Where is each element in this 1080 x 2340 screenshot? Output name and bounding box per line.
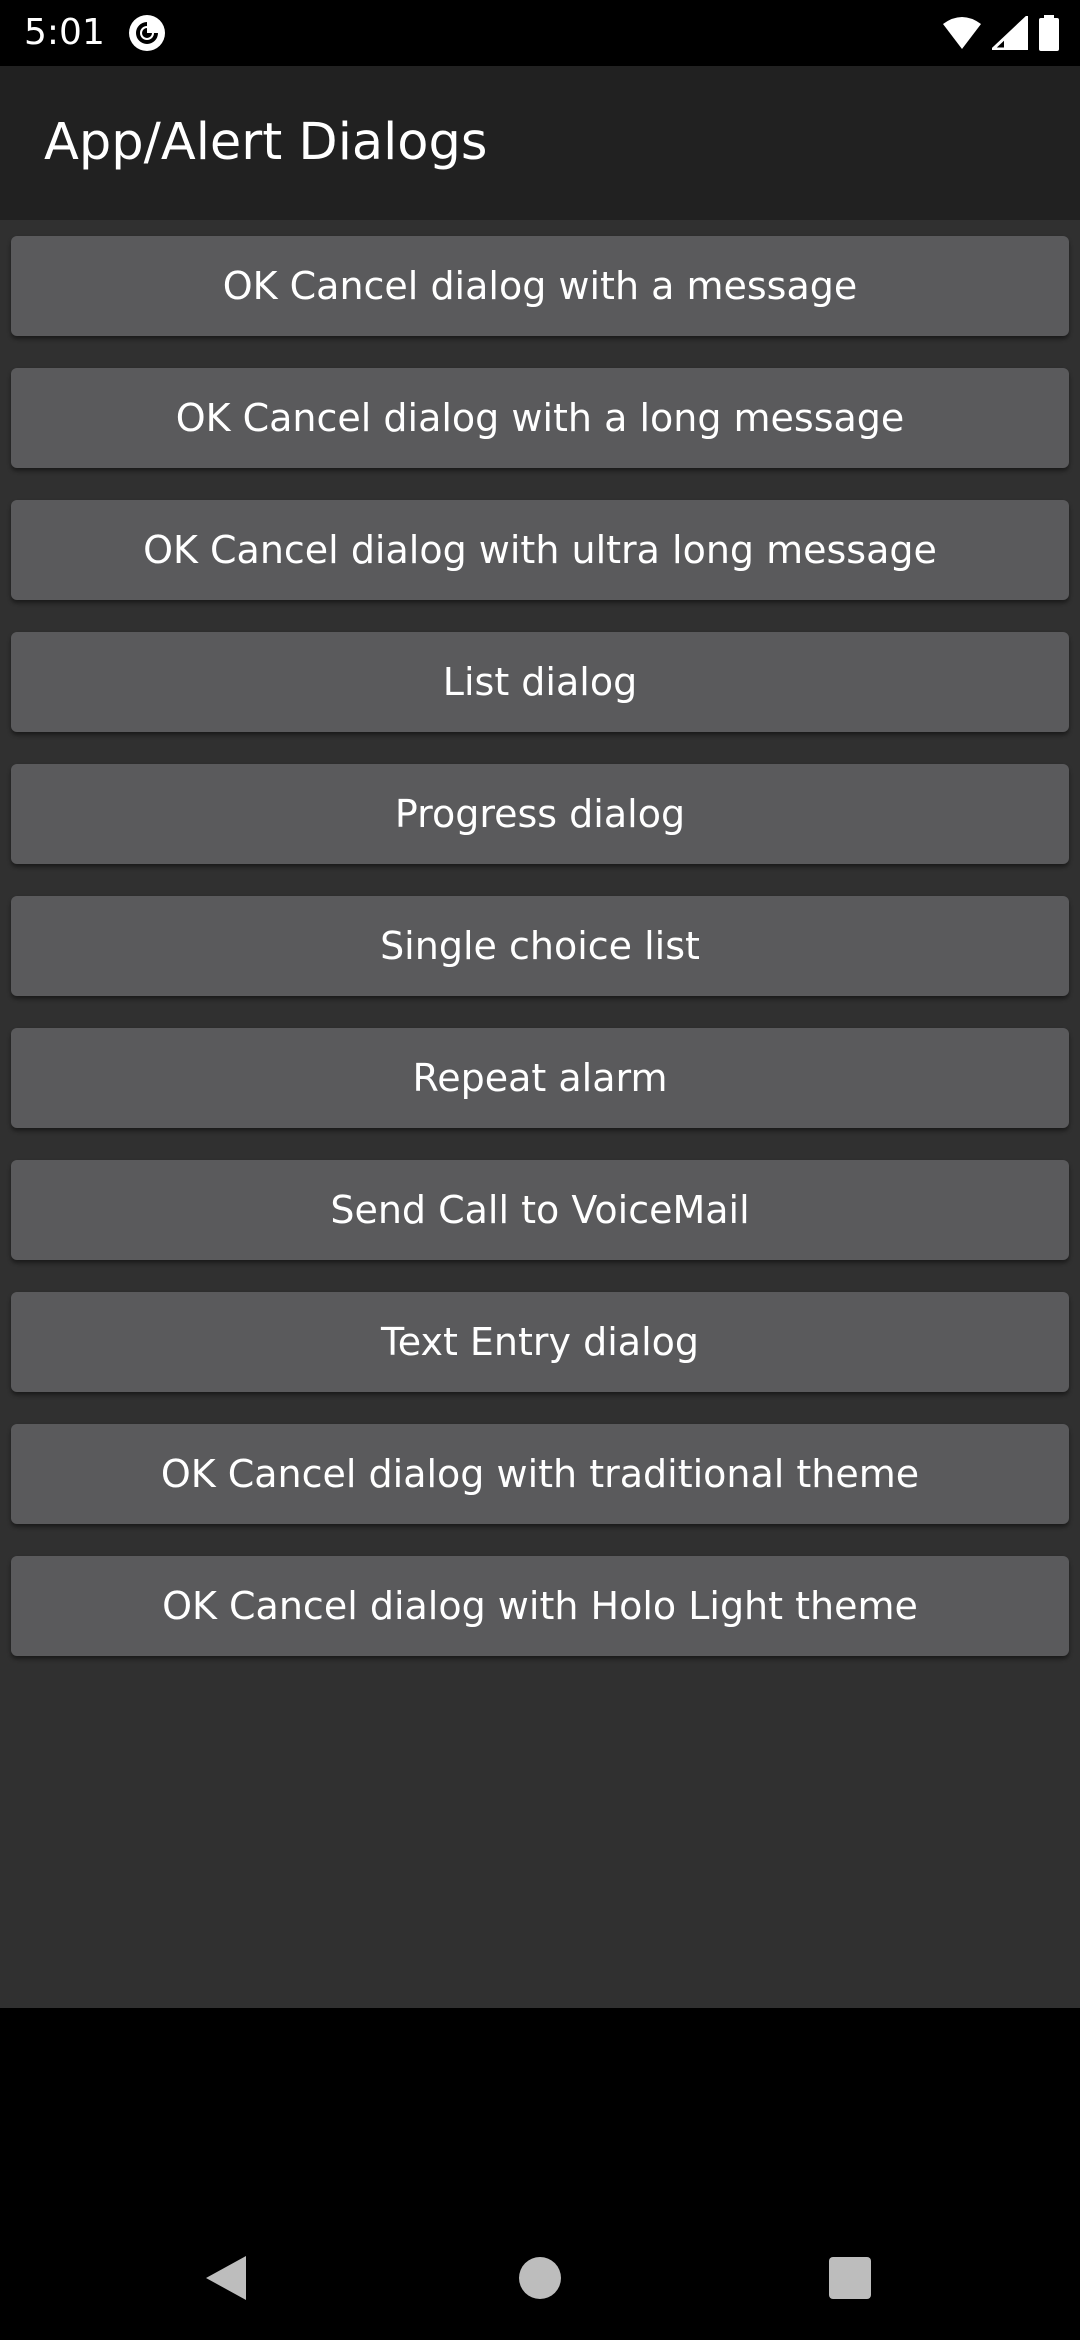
ok-cancel-ultra-long-message-button[interactable]: OK Cancel dialog with ultra long message <box>11 500 1069 600</box>
home-icon[interactable] <box>510 2248 570 2308</box>
single-choice-list-button[interactable]: Single choice list <box>11 896 1069 996</box>
ok-cancel-traditional-theme-button[interactable]: OK Cancel dialog with traditional theme <box>11 1424 1069 1524</box>
send-call-to-voicemail-button[interactable]: Send Call to VoiceMail <box>11 1160 1069 1260</box>
battery-icon <box>1038 15 1060 51</box>
status-time: 5:01 <box>24 12 105 53</box>
wifi-icon <box>942 16 982 50</box>
app-bar: App/Alert Dialogs <box>0 66 1080 220</box>
page-title: App/Alert Dialogs <box>44 113 488 172</box>
repeat-alarm-button[interactable]: Repeat alarm <box>11 1028 1069 1128</box>
list-dialog-button[interactable]: List dialog <box>11 632 1069 732</box>
ok-cancel-holo-light-theme-button[interactable]: OK Cancel dialog with Holo Light theme <box>11 1556 1069 1656</box>
pocket-casts-icon <box>128 14 166 52</box>
text-entry-dialog-button[interactable]: Text Entry dialog <box>11 1292 1069 1392</box>
progress-dialog-button[interactable]: Progress dialog <box>11 764 1069 864</box>
status-icons <box>942 14 1060 52</box>
navigation-bar <box>0 2008 1080 2340</box>
back-icon[interactable] <box>196 2248 256 2308</box>
button-list: OK Cancel dialog with a message OK Cance… <box>0 220 1080 2008</box>
recents-icon[interactable] <box>820 2248 880 2308</box>
ok-cancel-message-button[interactable]: OK Cancel dialog with a message <box>11 236 1069 336</box>
status-bar: 5:01 <box>0 0 1080 66</box>
ok-cancel-long-message-button[interactable]: OK Cancel dialog with a long message <box>11 368 1069 468</box>
cell-signal-icon <box>992 16 1028 50</box>
